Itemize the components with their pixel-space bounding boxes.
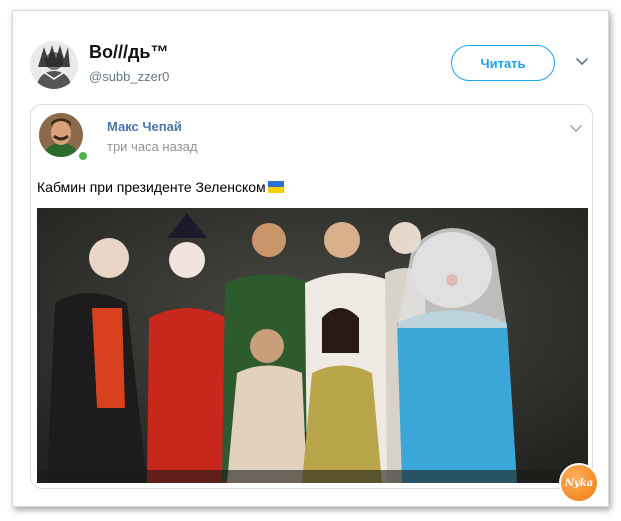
user-name[interactable]: Во///дь™ — [89, 42, 169, 63]
user-avatar[interactable] — [30, 41, 78, 89]
post-photo[interactable] — [37, 208, 588, 483]
follow-button[interactable]: Читать — [451, 45, 555, 81]
chevron-down-icon[interactable] — [569, 122, 583, 136]
online-indicator — [77, 150, 89, 162]
watermark-text: Nyka — [564, 477, 594, 489]
quoted-author-name[interactable]: Макс Чепай — [107, 119, 182, 134]
watermark-logo: Nyka — [559, 463, 599, 503]
quoted-author-avatar[interactable] — [39, 113, 83, 157]
user-handle[interactable]: @subb_zzer0 — [89, 69, 169, 84]
quoted-text-content: Кабмин при президенте Зеленском — [37, 179, 266, 195]
quoted-post[interactable]: Макс Чепай три часа назад Кабмин при пре… — [30, 104, 593, 489]
quoted-timestamp[interactable]: три часа назад — [107, 139, 197, 154]
tweet-card: Во///дь™ @subb_zzer0 Читать Макс Чепай т… — [12, 10, 609, 507]
chevron-down-icon[interactable] — [575, 55, 589, 69]
quoted-post-text: Кабмин при президенте Зеленском — [37, 179, 285, 195]
ukraine-flag-icon — [267, 180, 285, 194]
